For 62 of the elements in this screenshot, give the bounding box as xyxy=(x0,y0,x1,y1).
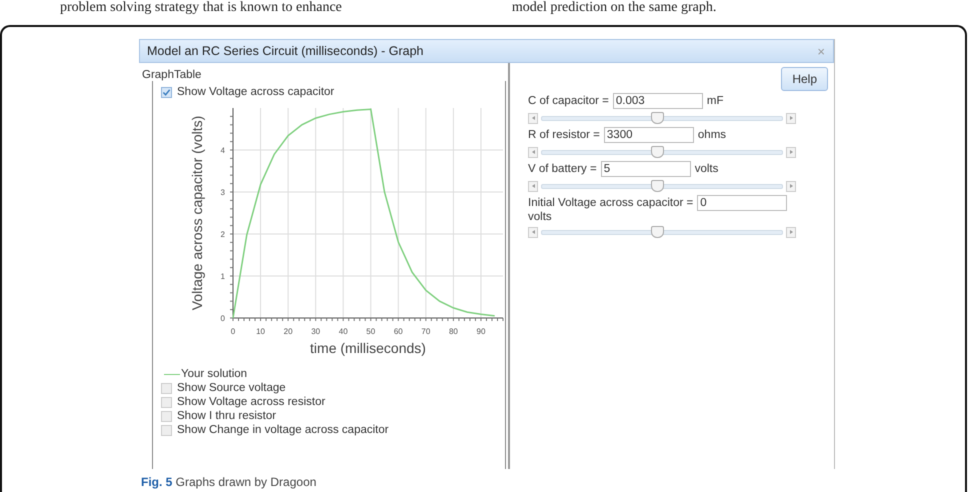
slider-left-button[interactable] xyxy=(528,226,538,238)
axis-tick-label: 0 xyxy=(230,327,236,336)
checkbox-label: Show I thru resistor xyxy=(177,410,276,422)
slider-right-button[interactable] xyxy=(786,112,796,124)
axis-tick-label: 3 xyxy=(220,188,225,197)
axis-tick-label: 20 xyxy=(284,327,293,336)
slider-track[interactable] xyxy=(541,180,783,192)
panel-label: GraphTable xyxy=(142,69,202,81)
window-title: Model an RC Series Circuit (milliseconds) - Graph xyxy=(147,44,424,58)
checkbox-label: Show Change in voltage across capacitor xyxy=(177,424,389,436)
checkbox[interactable] xyxy=(161,382,172,394)
input-field[interactable]: 3300 xyxy=(604,127,694,143)
slider-right-button[interactable] xyxy=(786,226,796,238)
input-field[interactable]: 5 xyxy=(600,161,691,177)
parameter-label: C of capacitor = xyxy=(528,95,609,107)
help-button[interactable]: Help xyxy=(781,67,828,91)
parameter-label: Initial Voltage across capacitor = xyxy=(528,197,694,209)
input-field[interactable]: 0.003 xyxy=(612,93,703,109)
input-field[interactable]: 0 xyxy=(697,195,788,211)
slider-track[interactable] xyxy=(541,226,783,238)
slider-thumb[interactable] xyxy=(651,180,664,192)
axis-tick-label: 80 xyxy=(448,327,458,336)
axis-tick-label: 90 xyxy=(476,327,486,336)
checkbox[interactable] xyxy=(161,396,172,408)
parameter-label: R of resistor = xyxy=(528,129,600,141)
slider-right-button[interactable] xyxy=(786,180,796,192)
slider-track[interactable] xyxy=(541,146,783,158)
axis-tick-label: 1 xyxy=(220,272,225,281)
axis-tick-label: 50 xyxy=(366,327,376,336)
unit-label: mF xyxy=(706,95,724,107)
paragraph-text: problem solving strategy that is known to enhance xyxy=(60,0,342,15)
slider-thumb[interactable] xyxy=(651,226,664,238)
figure-caption: Fig. 5 Graphs drawn by Dragoon xyxy=(140,475,318,491)
checkbox-label: Show Voltage across resistor xyxy=(177,396,326,408)
axis-tick-label: 70 xyxy=(421,327,430,336)
legend-label: Your solution xyxy=(181,368,248,380)
checkbox-label: Show Voltage across capacitor xyxy=(177,86,334,98)
axis-tick-label: 0 xyxy=(220,314,225,323)
axis-tick-label: 60 xyxy=(394,327,403,336)
axis-tick-label: 2 xyxy=(220,230,225,239)
checkbox[interactable] xyxy=(161,424,172,436)
slider-right-button[interactable] xyxy=(786,146,796,158)
checkbox-label: Show Source voltage xyxy=(177,382,286,394)
checkbox[interactable] xyxy=(161,410,172,422)
unit-label: volts xyxy=(528,211,552,223)
slider-left-button[interactable] xyxy=(528,146,538,158)
checkbox[interactable] xyxy=(161,86,172,98)
slider-left-button[interactable] xyxy=(528,112,538,124)
axis-tick-label: 10 xyxy=(256,327,265,336)
slider-left-button[interactable] xyxy=(528,180,538,192)
axis-title: Voltage across capacitor (volts) xyxy=(189,116,205,310)
parameter-label: V of battery = xyxy=(528,163,597,175)
paragraph-text: model prediction on the same graph. xyxy=(512,0,716,15)
unit-label: ohms xyxy=(698,129,726,141)
axis-title: time (milliseconds) xyxy=(310,340,426,356)
unit-label: volts xyxy=(694,163,718,175)
slider-thumb[interactable] xyxy=(651,112,664,124)
axis-tick-label: 4 xyxy=(220,146,225,155)
axis-tick-label: 30 xyxy=(311,327,320,336)
axis-tick-label: 40 xyxy=(338,327,348,336)
slider-track[interactable] xyxy=(541,112,783,124)
slider-thumb[interactable] xyxy=(651,146,664,158)
